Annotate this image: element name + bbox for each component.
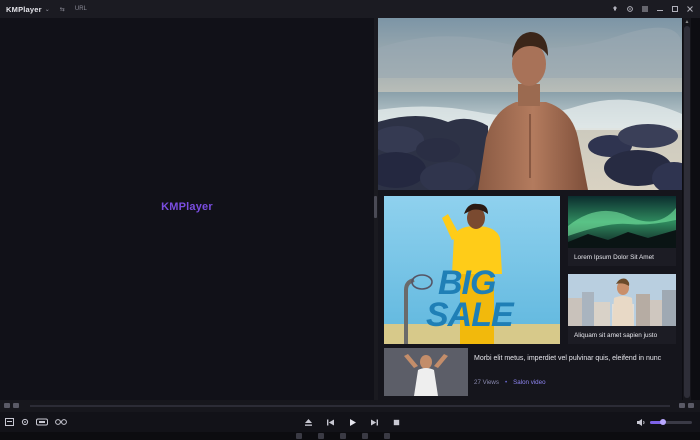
settings-gear-icon[interactable] (21, 418, 29, 426)
play-icon[interactable] (348, 418, 357, 427)
window-controls (611, 0, 694, 18)
volume-icon[interactable] (636, 418, 646, 427)
seek-right-buttons (679, 403, 694, 408)
list-item-thumbnail[interactable] (384, 348, 468, 396)
seek-left-button-b[interactable] (13, 403, 19, 408)
menu-icon[interactable] (641, 5, 649, 13)
seek-right-button-b[interactable] (688, 403, 694, 408)
sale-headline-big: BIG (438, 264, 496, 302)
vr-3d-icon[interactable] (36, 418, 48, 426)
volume-control (636, 412, 692, 432)
strip-mark (340, 433, 346, 439)
list-item-title[interactable]: Morbi elit metus, imperdiet vel pulvinar… (474, 354, 674, 364)
minimize-icon[interactable] (656, 5, 664, 13)
swap-icon[interactable]: ⇆ (60, 6, 65, 13)
title-bar: KMPlayer ⌄ ⇆ URL (0, 0, 700, 18)
pin-icon[interactable] (611, 5, 619, 13)
strip-mark (296, 433, 302, 439)
volume-slider[interactable] (650, 418, 692, 425)
scroll-up-arrow-icon[interactable]: ▲ (684, 19, 690, 25)
player-logo: KMPlayer (161, 201, 213, 213)
strip-mark (362, 433, 368, 439)
aurora-card-caption: Lorem Ipsum Dolor Sit Amet (574, 254, 654, 261)
city-card[interactable]: Aliquam sit amet sapien justo (568, 274, 676, 344)
seek-left-button-a[interactable] (4, 403, 10, 408)
video-canvas[interactable]: KMPlayer (0, 18, 374, 400)
list-item-views: 27 Views (474, 379, 499, 386)
seek-left-buttons (4, 403, 19, 408)
playback-controls (304, 412, 401, 432)
aurora-card[interactable]: Lorem Ipsum Dolor Sit Amet (568, 196, 676, 266)
sale-headline-sale: SALE (426, 296, 514, 334)
seek-track[interactable] (30, 405, 670, 407)
close-icon[interactable] (686, 5, 694, 13)
glasses-icon[interactable] (55, 418, 67, 426)
content-panel: BIG SALE Lorem Ipsum Dolor Sit Amet Aliq… (378, 18, 682, 400)
playlist-icon[interactable] (5, 418, 14, 426)
city-card-caption: Aliquam sit amet sapien justo (574, 332, 658, 339)
app-logo[interactable]: KMPlayer (6, 5, 42, 14)
next-icon[interactable] (370, 418, 379, 427)
strip-mark (318, 433, 324, 439)
big-sale-card[interactable]: BIG SALE (384, 196, 560, 344)
list-item-meta: 27 Views • Salon video (474, 379, 546, 386)
panel-resize-handle[interactable] (374, 196, 377, 218)
seek-right-button-a[interactable] (679, 403, 685, 408)
strip-mark (384, 433, 390, 439)
app-menu-chevron-icon[interactable]: ⌄ (45, 6, 50, 13)
stop-icon[interactable] (392, 418, 401, 427)
settings-icon[interactable] (626, 5, 634, 13)
volume-slider-knob[interactable] (660, 418, 667, 425)
meta-separator: • (505, 379, 508, 386)
url-button[interactable]: URL (75, 6, 87, 12)
list-item[interactable]: Morbi elit metus, imperdiet vel pulvinar… (384, 348, 676, 396)
scrollbar-thumb[interactable] (684, 26, 690, 398)
eject-icon[interactable] (304, 418, 313, 427)
hero-banner-image[interactable] (378, 18, 682, 190)
bottom-strip-marks (296, 433, 390, 439)
restore-icon[interactable] (671, 5, 679, 13)
list-item-category[interactable]: Salon video (513, 379, 545, 386)
previous-icon[interactable] (326, 418, 335, 427)
control-bar-left (5, 412, 67, 432)
